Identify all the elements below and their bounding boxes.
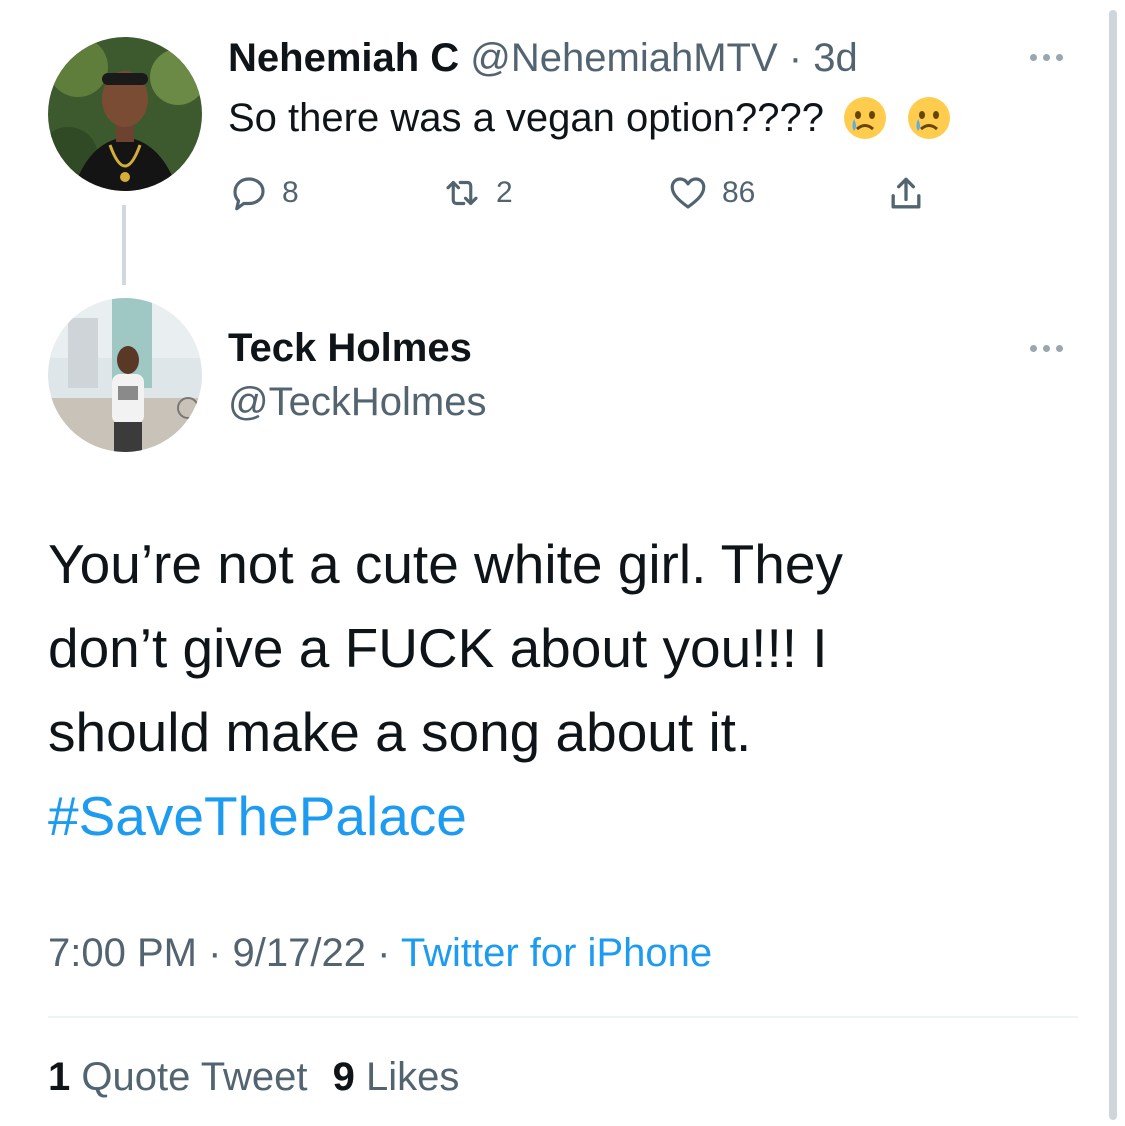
- reply-count: 8: [282, 176, 299, 209]
- reply-button[interactable]: 8: [228, 172, 299, 214]
- quote-count: 1: [48, 1055, 71, 1099]
- quote-tweets-link[interactable]: 1 Quote Tweet: [48, 1055, 319, 1099]
- reply-icon: [233, 177, 265, 211]
- parent-more-options-icon[interactable]: [1030, 54, 1063, 61]
- parent-age[interactable]: 3d: [813, 36, 858, 80]
- crying-face-icon: [906, 95, 952, 141]
- parent-avatar[interactable]: [48, 37, 202, 191]
- heart-icon: [670, 177, 706, 209]
- main-handle[interactable]: @TeckHolmes: [228, 378, 486, 426]
- separator-dot: ·: [788, 36, 803, 80]
- thread-connector-line: [122, 205, 126, 285]
- tweet-text-line: don’t give a FUCK about you!!! I: [48, 617, 828, 679]
- hashtag-link[interactable]: #SaveThePalace: [48, 774, 843, 858]
- parent-handle[interactable]: @NehemiahMTV: [470, 36, 777, 80]
- tweet-date[interactable]: 9/17/22: [233, 931, 366, 975]
- scrollbar[interactable]: [1109, 10, 1117, 1120]
- retweet-count: 2: [496, 176, 513, 209]
- parent-author-name[interactable]: Nehemiah C: [228, 36, 459, 80]
- quote-label: Quote Tweet: [81, 1055, 308, 1099]
- tweet-text-line: should make a song about it.: [48, 701, 752, 763]
- separator-dot: ·: [377, 931, 391, 975]
- likes-link[interactable]: 9 Likes: [333, 1055, 460, 1099]
- tweet-text-line: You’re not a cute white girl. They: [48, 533, 843, 595]
- separator-dot: ·: [208, 931, 222, 975]
- share-button[interactable]: [884, 172, 928, 216]
- tweet-time[interactable]: 7:00 PM: [48, 931, 197, 975]
- likes-label: Likes: [365, 1055, 460, 1099]
- tweet-source-link[interactable]: Twitter for iPhone: [401, 931, 712, 975]
- parent-tweet-text: So there was a vegan option????: [228, 96, 824, 140]
- parent-tweet-header: Nehemiah C @NehemiahMTV · 3d: [228, 34, 858, 82]
- main-avatar[interactable]: [48, 298, 202, 452]
- main-tweet-body: You’re not a cute white girl. They don’t…: [48, 522, 843, 858]
- main-more-options-icon[interactable]: [1030, 345, 1063, 352]
- retweet-button[interactable]: 2: [440, 172, 513, 214]
- like-total: 9: [332, 1055, 355, 1099]
- parent-tweet-text-row: So there was a vegan option????: [228, 92, 952, 144]
- like-count: 86: [722, 176, 756, 209]
- timestamp-row: 7:00 PM · 9/17/22 · Twitter for iPhone: [48, 928, 712, 978]
- stats-row: 1 Quote Tweet 9 Likes: [48, 1052, 459, 1102]
- crying-face-icon: [842, 95, 888, 141]
- main-author-name[interactable]: Teck Holmes: [228, 324, 472, 372]
- divider: [48, 1016, 1078, 1018]
- share-icon: [891, 177, 921, 209]
- like-button[interactable]: 86: [666, 172, 755, 214]
- retweet-icon: [446, 180, 478, 206]
